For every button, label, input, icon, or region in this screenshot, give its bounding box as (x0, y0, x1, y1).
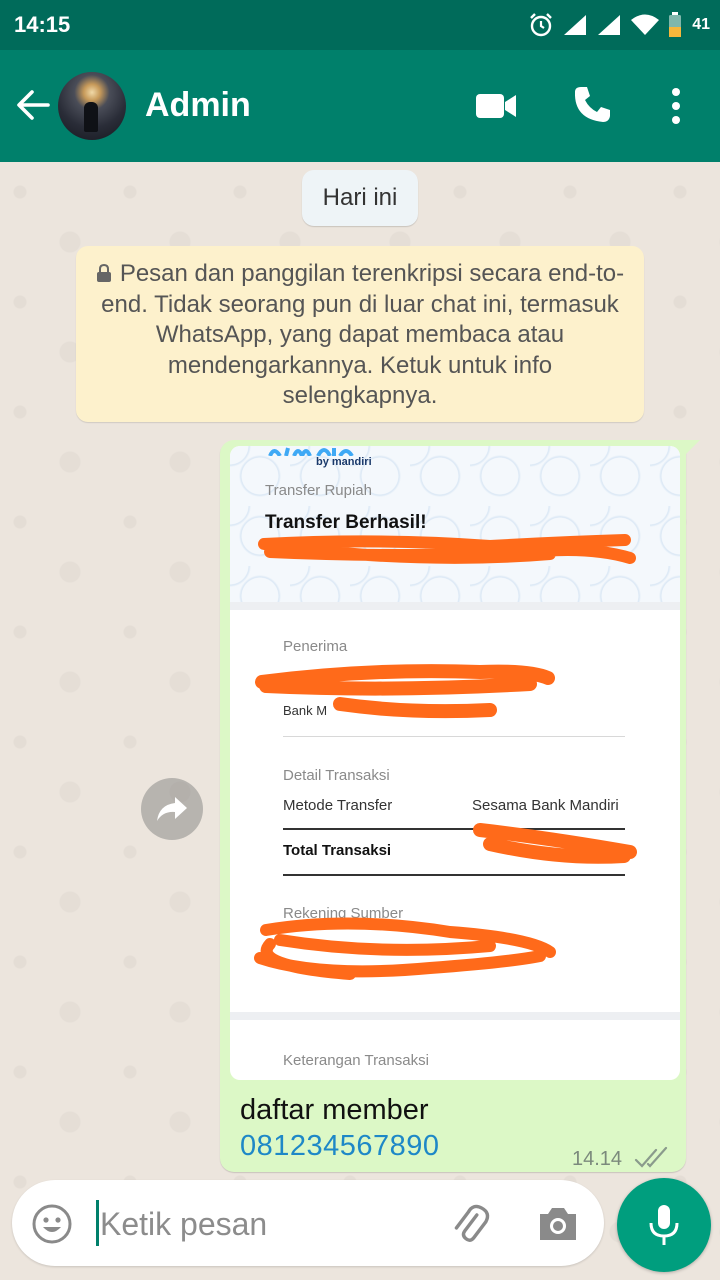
receipt-title: Transfer Berhasil! (265, 512, 427, 533)
voice-message-button[interactable] (617, 1178, 711, 1272)
encryption-notice[interactable]: Pesan dan panggilan terenkripsi secara e… (76, 246, 644, 422)
section-divider (230, 1012, 680, 1020)
message-time: 14.14 (572, 1148, 623, 1170)
logo-subtext: by mandiri (316, 456, 372, 468)
video-call-icon[interactable] (474, 88, 518, 124)
recipient-label: Penerima (283, 638, 348, 655)
receipt-category: Transfer Rupiah (265, 482, 372, 499)
source-label: Rekening Sumber (283, 905, 404, 922)
method-value: Sesama Bank Mandiri (472, 797, 619, 814)
detail-label: Detail Transaksi (283, 767, 390, 784)
message-input[interactable] (100, 1202, 430, 1246)
read-ticks-icon (634, 1146, 668, 1168)
emoji-icon[interactable] (30, 1202, 74, 1246)
chat-header: Admin (0, 50, 720, 162)
avatar[interactable] (58, 72, 126, 140)
divider-line-dark (283, 828, 625, 830)
encryption-notice-text: Pesan dan panggilan terenkripsi secara e… (101, 260, 625, 409)
phone-icon[interactable] (572, 84, 612, 124)
camera-icon[interactable] (536, 1202, 580, 1246)
status-icons: 41 (528, 10, 710, 40)
text-cursor (96, 1200, 99, 1246)
forward-button[interactable] (141, 778, 203, 840)
phone-number-link[interactable]: 081234567890 (240, 1130, 440, 1163)
wifi-icon (631, 14, 660, 35)
lock-icon (96, 264, 111, 282)
battery-icon (669, 12, 682, 37)
status-time: 14:15 (14, 12, 71, 37)
microphone-icon (649, 1205, 679, 1245)
recipient-bank: Bank M (283, 703, 328, 718)
contact-name[interactable]: Admin (145, 86, 251, 125)
divider-line (283, 736, 625, 737)
signal-icon-2 (598, 15, 621, 35)
bubble-tail (684, 440, 700, 456)
note-label: Keterangan Transaksi (283, 1052, 429, 1069)
message-caption: daftar member (240, 1094, 429, 1126)
status-bar: 14:15 41 (0, 0, 720, 50)
avatar-figure (84, 102, 98, 132)
attach-icon[interactable] (448, 1202, 492, 1246)
transfer-receipt-image[interactable]: by mandiri Transfer Rupiah Transfer Berh… (230, 446, 680, 1080)
alarm-icon (530, 13, 553, 37)
battery-level: 41 (692, 16, 710, 33)
more-vert-icon[interactable] (664, 84, 688, 128)
method-label: Metode Transfer (283, 797, 393, 814)
livin-logo (268, 447, 354, 456)
total-label: Total Transaksi (283, 842, 392, 859)
date-chip: Hari ini (302, 170, 418, 226)
section-divider (230, 602, 680, 610)
divider-line-dark (283, 874, 625, 876)
forward-icon (157, 797, 187, 821)
back-arrow-icon[interactable] (14, 86, 52, 124)
signal-icon (564, 15, 587, 35)
